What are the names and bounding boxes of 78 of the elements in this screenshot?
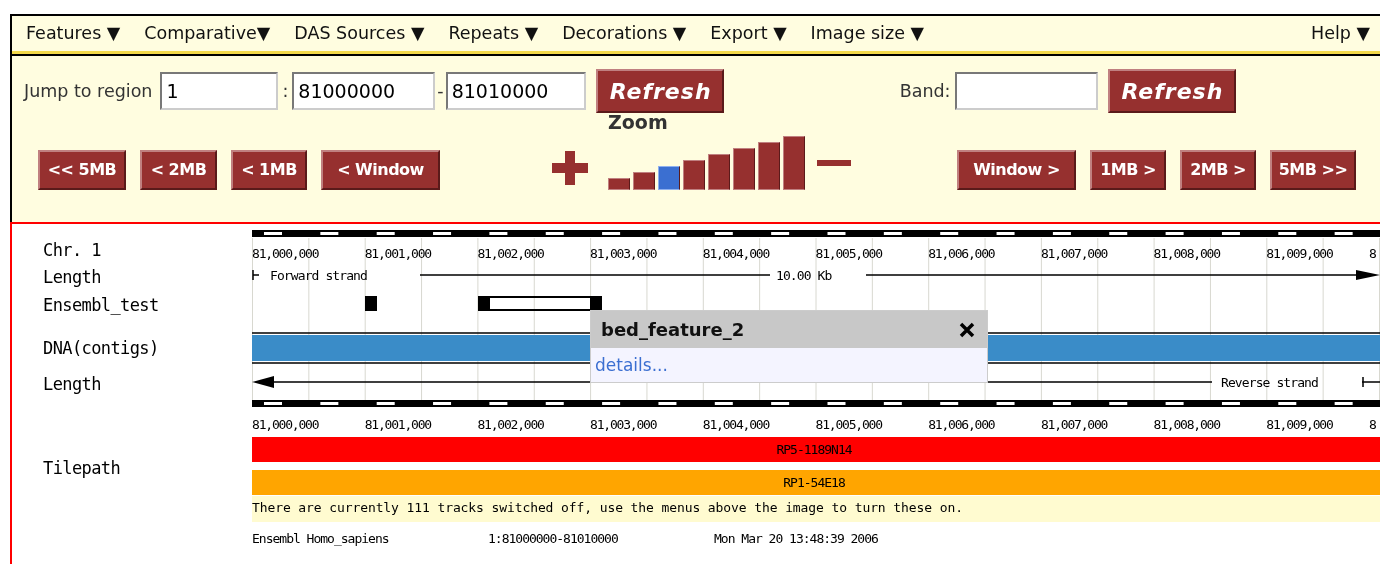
clone-label: RP5-1189N14 — [776, 442, 852, 457]
arrow-icon — [252, 376, 274, 388]
scroll-right-button[interactable]: Window > — [957, 150, 1076, 190]
scroll-left-button[interactable]: < Window — [321, 150, 440, 190]
zoom-level[interactable] — [708, 154, 730, 190]
ruler-label: 81,007,000 — [1040, 417, 1108, 432]
length-label: 10.00 Kb — [776, 268, 832, 283]
refresh-button[interactable]: Refresh — [1107, 69, 1236, 113]
band-field[interactable] — [954, 72, 1098, 110]
scroll-right-button[interactable]: 1MB > — [1090, 150, 1166, 190]
ruler-label: 81,001,000 — [364, 246, 431, 261]
zoom-level[interactable] — [758, 142, 780, 190]
ruler-label: 81,000,000 — [252, 417, 319, 432]
menu-item[interactable]: Decorations ▼ — [562, 19, 687, 47]
footer-text: 1:81000000-81010000 — [488, 531, 618, 546]
ruler-label: 81,003,000 — [590, 246, 657, 261]
zoom-level[interactable] — [608, 178, 630, 190]
menu-item[interactable]: Export ▼ — [710, 19, 787, 47]
ruler-label: 81,008,000 — [1153, 246, 1220, 261]
band-label: Band: — [899, 79, 951, 103]
scroll-right-button[interactable]: 2MB > — [1180, 150, 1256, 190]
track-label: Length — [43, 267, 101, 287]
start-field[interactable]: 81000000 — [292, 72, 436, 110]
zoom-level[interactable] — [783, 136, 805, 190]
footer-text: Mon Mar 20 13:48:39 2006 — [714, 531, 878, 546]
feature-block — [365, 296, 377, 311]
menu-item[interactable]: DAS Sources ▼ — [294, 19, 425, 47]
refresh-button[interactable]: Refresh — [595, 69, 724, 113]
jump-label: Jump to region — [24, 79, 153, 103]
clone-label: RP1-54E18 — [783, 475, 845, 490]
ruler-label: 8 — [1369, 417, 1376, 432]
notice-text: There are currently 111 tracks switched off, use the menus above the image to turn these on. — [252, 500, 963, 515]
ruler-label: 81,002,000 — [477, 417, 544, 432]
end-field[interactable]: 81010000 — [445, 72, 586, 110]
menu-item[interactable]: Repeats ▼ — [448, 19, 539, 47]
strand-label: Forward strand — [270, 268, 367, 283]
ruler-label: 81,005,000 — [815, 417, 882, 432]
ruler-label: 81,005,000 — [815, 246, 882, 261]
track-label: Tilepath — [43, 458, 121, 478]
separator: : — [282, 79, 289, 103]
zoom-level[interactable] — [658, 166, 680, 190]
close-icon[interactable] — [959, 321, 975, 338]
ruler-label: 81,000,000 — [252, 246, 319, 261]
ruler-label: 81,003,000 — [590, 417, 657, 432]
ruler-label: 81,002,000 — [477, 246, 544, 261]
ruler-label: 81,008,000 — [1153, 417, 1220, 432]
track-label: Length — [43, 374, 101, 394]
details-link[interactable]: details... — [591, 353, 668, 379]
ruler-label: 81,004,000 — [702, 246, 770, 261]
chromosome-field[interactable]: 1 — [160, 72, 279, 110]
menu-item[interactable]: Features ▼ — [26, 19, 121, 47]
menu-item[interactable]: Comparative▼ — [144, 19, 271, 47]
separator: - — [437, 79, 444, 103]
ruler-label: 81,009,000 — [1266, 417, 1333, 432]
ruler-label: 81,004,000 — [702, 417, 770, 432]
ruler-label: 81,007,000 — [1040, 246, 1108, 261]
track-label: Chr. 1 — [43, 240, 101, 260]
ruler-label: 81,006,000 — [928, 246, 995, 261]
strand-label: Reverse strand — [1221, 375, 1318, 390]
track-label: DNA(contigs) — [43, 338, 159, 358]
zoom-level[interactable] — [683, 160, 705, 190]
zoom-level[interactable] — [633, 172, 655, 190]
popup-title: bed_feature_2 — [601, 318, 745, 342]
ruler-label: 81,006,000 — [928, 417, 995, 432]
scroll-left-button[interactable]: < 2MB — [140, 150, 217, 190]
scroll-left-button[interactable]: << 5MB — [38, 150, 126, 190]
track-label: Ensembl_test — [43, 295, 159, 315]
menu-item[interactable]: Help ▼ — [1311, 19, 1370, 47]
menu-item[interactable]: Image size ▼ — [810, 19, 924, 47]
footer-text: Ensembl Homo_sapiens — [252, 531, 389, 546]
zoom-in-icon[interactable] — [552, 151, 588, 185]
scroll-right-button[interactable]: 5MB >> — [1270, 150, 1356, 190]
ruler-label: 81,001,000 — [364, 417, 431, 432]
scroll-left-button[interactable]: < 1MB — [231, 150, 307, 190]
ruler-label: 8 — [1369, 246, 1376, 261]
arrow-icon — [1356, 270, 1380, 280]
ruler-label: 81,009,000 — [1266, 246, 1333, 261]
zoom-level[interactable] — [733, 148, 755, 190]
